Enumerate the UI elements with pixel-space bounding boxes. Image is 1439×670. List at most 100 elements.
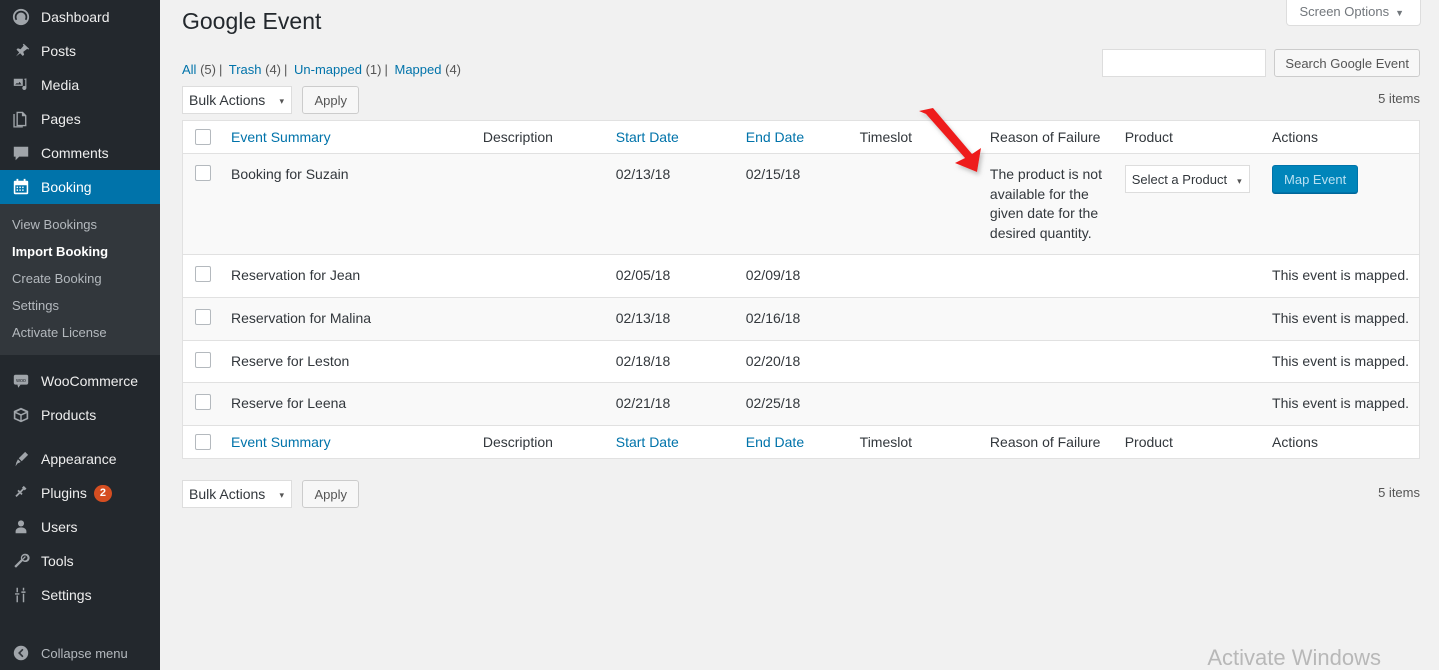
google-events-table: Event Summary Description Start Date End… xyxy=(182,120,1420,459)
filter-link-unmapped[interactable]: Un-mapped xyxy=(294,62,362,77)
sidebar-item-booking[interactable]: Booking xyxy=(0,170,168,204)
cell-timeslot xyxy=(849,254,980,298)
filter-sep-3: | xyxy=(384,62,388,77)
row-checkbox[interactable] xyxy=(195,394,211,411)
tablenav-bottom: Bulk Actions ▾ Apply 5 items xyxy=(160,480,1439,510)
products-icon xyxy=(11,405,31,425)
sort-link-start-date[interactable]: Start Date xyxy=(616,129,679,145)
sidebar-item-view-bookings[interactable]: View Bookings xyxy=(0,211,160,238)
column-header-actions: Actions xyxy=(1262,120,1420,154)
sidebar-item-dashboard[interactable]: Dashboard xyxy=(0,0,160,34)
items-count-top: 5 items xyxy=(1378,91,1420,106)
page-title: Google Event xyxy=(182,8,322,34)
cell-actions-mapped-message: This event is mapped. xyxy=(1262,254,1420,298)
filter-link-mapped[interactable]: Mapped xyxy=(395,62,442,77)
collapse-menu-label: Collapse menu xyxy=(41,645,128,661)
sidebar-item-media[interactable]: Media xyxy=(0,68,160,102)
sidebar-item-label: Posts xyxy=(41,43,77,59)
sidebar-item-label: Booking xyxy=(41,179,92,195)
table-row[interactable]: Reservation for Jean 02/05/18 02/09/18 T… xyxy=(182,254,1420,298)
main-content: Screen Options ▼ Google Event All (5) | Tr… xyxy=(160,0,1439,670)
sidebar-item-woocommerce[interactable]: woo WooCommerce xyxy=(0,364,160,398)
row-checkbox[interactable] xyxy=(195,266,211,283)
cell-product xyxy=(1114,339,1263,383)
pages-icon xyxy=(11,109,31,129)
screen-options-label: Screen Options xyxy=(1299,4,1390,19)
cell-reason-of-failure: The product is not available for the giv… xyxy=(979,152,1115,255)
cell-event-summary: Reserve for Leston xyxy=(221,339,473,383)
sidebar-item-pages[interactable]: Pages xyxy=(0,102,160,136)
row-checkbox-cell xyxy=(182,382,221,426)
sidebar-item-tools[interactable]: Tools xyxy=(0,544,160,578)
screen-options-tab[interactable]: Screen Options ▼ xyxy=(1286,0,1421,26)
map-event-button[interactable]: Map Event xyxy=(1272,165,1359,193)
cell-description xyxy=(472,152,606,255)
filter-link-trash[interactable]: Trash xyxy=(229,62,262,77)
product-select[interactable]: Select a Product xyxy=(1124,165,1250,193)
sidebar-item-users[interactable]: Users xyxy=(0,510,160,544)
screen-meta-links: Screen Options ▼ xyxy=(1286,0,1421,26)
table-row[interactable]: Reserve for Leston 02/18/18 02/20/18 Thi… xyxy=(182,339,1420,383)
cell-end-date: 02/16/18 xyxy=(735,296,850,341)
cell-start-date: 02/13/18 xyxy=(605,296,736,341)
sidebar-item-create-booking[interactable]: Create Booking xyxy=(0,265,160,292)
cell-actions-mapped-message: This event is mapped. xyxy=(1262,296,1420,341)
bulk-actions-select-bottom[interactable]: Bulk Actions xyxy=(182,480,292,508)
table-row[interactable]: Reserve for Leena 02/21/18 02/25/18 This… xyxy=(182,382,1420,426)
sidebar-item-plugins[interactable]: Plugins 2 xyxy=(0,476,160,510)
collapse-menu-button[interactable]: Collapse menu xyxy=(0,636,160,670)
filter-count-trash: (4) xyxy=(265,62,282,77)
sidebar-item-activate-license[interactable]: Activate License xyxy=(0,319,160,346)
sort-link-end-date-bottom[interactable]: End Date xyxy=(746,434,804,450)
sort-link-event-summary[interactable]: Event Summary xyxy=(231,129,331,145)
row-checkbox[interactable] xyxy=(195,165,211,181)
table-row[interactable]: Booking for Suzain 02/13/18 02/15/18 The… xyxy=(182,152,1420,255)
table-head: Event Summary Description Start Date End… xyxy=(182,120,1420,154)
column-footer-actions: Actions xyxy=(1262,424,1420,459)
cell-end-date: 02/15/18 xyxy=(735,152,850,255)
search-submit-button[interactable]: Search Google Event xyxy=(1274,49,1420,77)
column-footer-end-date[interactable]: End Date xyxy=(735,424,850,459)
search-input[interactable] xyxy=(1101,49,1266,77)
menu-separator-2 xyxy=(0,432,160,442)
table-row[interactable]: Reservation for Malina 02/13/18 02/16/18… xyxy=(182,296,1420,341)
sidebar-item-label: Appearance xyxy=(41,451,117,467)
column-footer-product: Product xyxy=(1114,424,1263,459)
cell-timeslot xyxy=(849,339,980,383)
users-icon xyxy=(11,517,31,537)
bulk-actions-select-top[interactable]: Bulk Actions xyxy=(182,86,292,114)
column-header-start-date[interactable]: Start Date xyxy=(605,120,736,154)
apply-button-top[interactable]: Apply xyxy=(302,86,359,114)
settings-icon xyxy=(11,585,31,605)
column-header-product: Product xyxy=(1114,120,1263,154)
row-checkbox[interactable] xyxy=(195,351,211,368)
sort-link-end-date[interactable]: End Date xyxy=(746,129,804,145)
filter-count-unmapped: (1) xyxy=(365,62,382,77)
filter-link-all[interactable]: All xyxy=(182,62,196,77)
sidebar-item-appearance[interactable]: Appearance xyxy=(0,442,160,476)
menu-separator-1 xyxy=(0,355,160,364)
row-checkbox[interactable] xyxy=(195,308,211,325)
row-checkbox-cell xyxy=(182,152,221,255)
filter-sep-1: | xyxy=(218,62,223,77)
cell-timeslot xyxy=(849,296,980,341)
sidebar-item-label: WooCommerce xyxy=(41,373,138,389)
table-header-row: Event Summary Description Start Date End… xyxy=(182,120,1420,154)
sidebar-item-settings[interactable]: Settings xyxy=(0,578,160,612)
sidebar-item-products[interactable]: Products xyxy=(0,398,160,432)
sidebar-item-import-booking[interactable]: Import Booking xyxy=(0,238,160,265)
booking-submenu: View Bookings Import Booking Create Book… xyxy=(0,204,160,355)
column-header-event-summary[interactable]: Event Summary xyxy=(221,120,473,154)
sort-link-start-date-bottom[interactable]: Start Date xyxy=(616,434,679,450)
sidebar-item-settings-booking[interactable]: Settings xyxy=(0,292,160,319)
sidebar-item-posts[interactable]: Posts xyxy=(0,34,160,68)
select-all-checkbox-bottom[interactable] xyxy=(195,433,211,450)
apply-button-bottom[interactable]: Apply xyxy=(302,480,359,508)
column-footer-event-summary[interactable]: Event Summary xyxy=(221,424,473,459)
sort-link-event-summary-bottom[interactable]: Event Summary xyxy=(231,434,331,450)
select-all-checkbox-top[interactable] xyxy=(195,129,211,145)
column-header-end-date[interactable]: End Date xyxy=(735,120,850,154)
sidebar-item-comments[interactable]: Comments xyxy=(0,136,160,170)
bulk-actions-top: Bulk Actions ▾ Apply xyxy=(182,86,359,114)
column-footer-start-date[interactable]: Start Date xyxy=(605,424,736,459)
